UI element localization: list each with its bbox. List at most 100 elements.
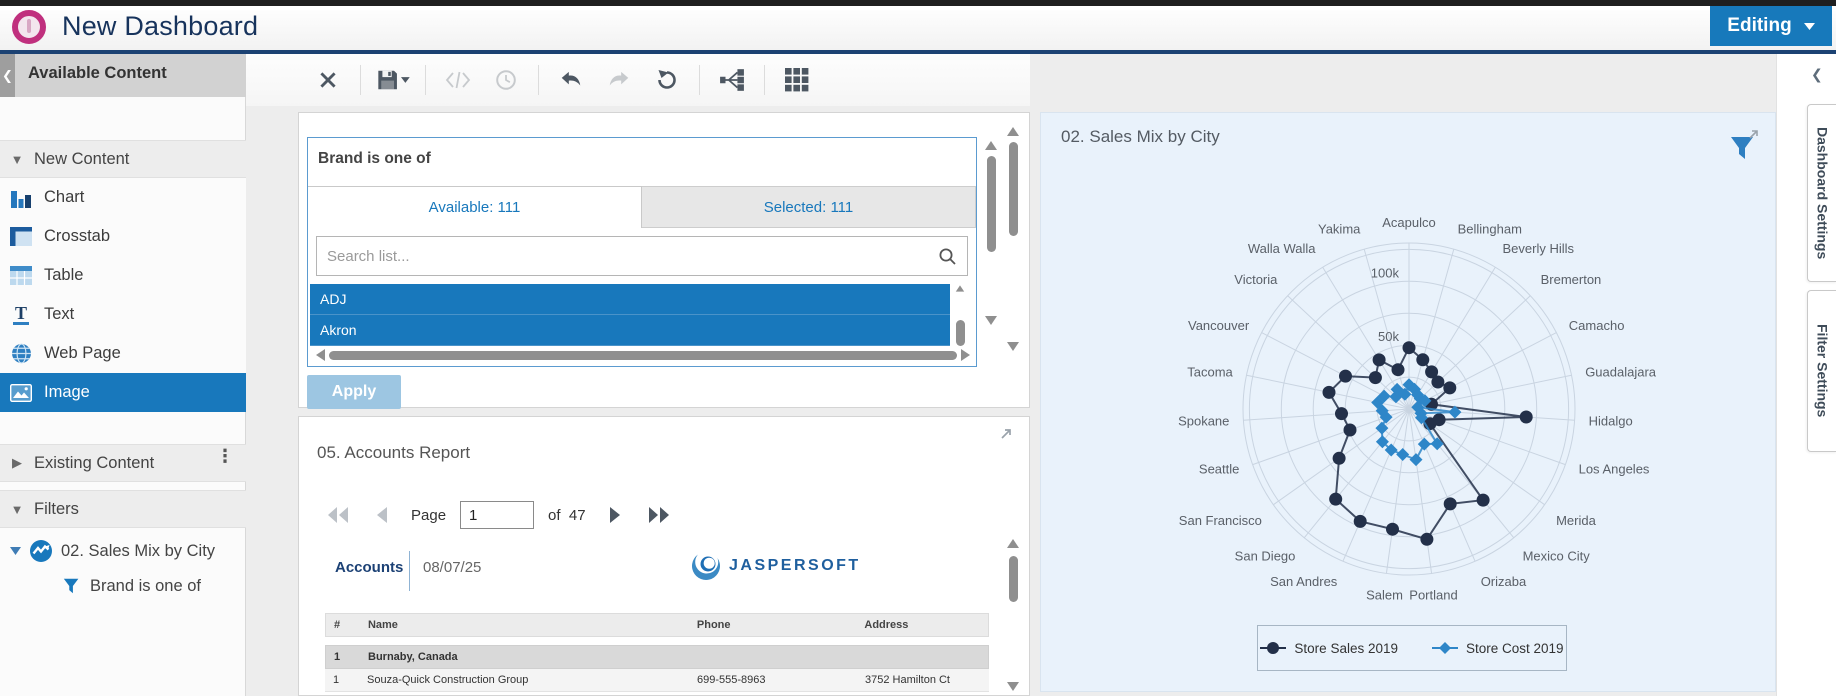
section-existing-content[interactable]: ▶ Existing Content ⋮ — [0, 444, 246, 482]
section-filters[interactable]: ▼ Filters — [0, 490, 246, 528]
sidebar-collapse-button[interactable]: ❮ — [0, 54, 15, 97]
accounts-panel-title: 05. Accounts Report — [317, 443, 471, 462]
sidebar-item-table[interactable]: Table — [0, 256, 246, 295]
image-icon — [8, 382, 34, 404]
page-number-input[interactable] — [460, 501, 535, 529]
clock-button — [489, 63, 523, 97]
crosstab-icon — [8, 226, 34, 248]
dashboard-toolbar — [246, 54, 1030, 106]
page-title: New Dashboard — [62, 11, 259, 41]
table-cell: 1 — [333, 674, 340, 686]
svg-text:San Andres: San Andres — [1270, 574, 1338, 589]
svg-text:San Diego: San Diego — [1235, 549, 1296, 564]
svg-text:100k: 100k — [1371, 265, 1400, 280]
table-cell: 699-555-8963 — [697, 674, 766, 686]
expand-panel-icon[interactable] — [999, 427, 1013, 441]
settings-rail: ❮ Dashboard Settings Filter Settings — [1776, 54, 1836, 696]
tab-selected[interactable]: Selected: 111 — [642, 186, 976, 228]
list-scrollbar[interactable] — [952, 284, 968, 346]
filter-value-list: ADJ Akron — [310, 284, 950, 346]
filter-funnel-icon — [62, 576, 82, 596]
page-label: Page — [411, 506, 447, 524]
undo-all-button[interactable] — [650, 63, 684, 97]
legend-marker-icon — [1432, 642, 1458, 654]
section-new-content[interactable]: ▼ New Content — [0, 140, 246, 178]
toolbar-separator — [425, 65, 426, 95]
filter-tree-filter[interactable]: Brand is one of — [62, 570, 201, 602]
legend-item[interactable]: Store Sales 2019 — [1260, 641, 1398, 656]
line-chart-icon — [29, 539, 53, 563]
group-label: Burnaby, Canada — [368, 651, 458, 663]
chevron-down-icon: ▼ — [10, 501, 24, 517]
toolbar-separator — [699, 65, 700, 95]
table-cell: Suffin-Cleary Engineering, Ltd — [359, 692, 689, 696]
filter-value-item[interactable]: Akron — [310, 315, 950, 346]
section-label: Existing Content — [34, 453, 155, 472]
horizontal-scrollbar[interactable] — [316, 348, 970, 362]
table-cell: 3752 Hamilton Ct — [865, 674, 950, 686]
filter-tree-datasource[interactable]: 02. Sales Mix by City — [10, 534, 215, 568]
tab-available[interactable]: Available: 111 — [308, 186, 642, 228]
caret-down-icon — [10, 547, 21, 555]
code-button — [441, 63, 475, 97]
chart-icon — [8, 187, 34, 209]
filter-dashlet-panel: Brand is one of Available: 111 Selected:… — [298, 112, 1030, 409]
filter-widget-title: Brand is one of — [318, 150, 431, 167]
svg-text:Bremerton: Bremerton — [1541, 272, 1602, 287]
tab-filter-settings[interactable]: Filter Settings — [1807, 290, 1836, 452]
svg-text:Seattle: Seattle — [1199, 461, 1239, 476]
sidebar-header-label: Available Content — [28, 64, 167, 82]
grid-button[interactable] — [780, 63, 814, 97]
filter-value-item[interactable]: ADJ — [310, 284, 950, 315]
widget-scrollbar[interactable] — [983, 141, 999, 335]
search-input[interactable] — [317, 246, 938, 266]
table-cell: 367-555-1366 — [689, 692, 857, 696]
share-button[interactable] — [715, 63, 749, 97]
svg-text:Portland: Portland — [1409, 587, 1457, 602]
sidebar-item-label: Web Page — [44, 344, 121, 362]
sidebar-item-image[interactable]: Image — [0, 373, 246, 412]
sidebar-item-text[interactable]: T Text — [0, 295, 246, 334]
jaspersoft-logo: JASPERSOFT — [689, 549, 861, 583]
table-cell: Souza-Quick Construction Group — [367, 674, 529, 686]
undo-button[interactable] — [554, 63, 588, 97]
kebab-menu-icon[interactable]: ⋮ — [216, 447, 234, 465]
sidebar-item-crosstab[interactable]: Crosstab — [0, 217, 246, 256]
filter-search-box — [316, 236, 968, 276]
sidebar-item-web-page[interactable]: Web Page — [0, 334, 246, 373]
svg-text:Bellingham: Bellingham — [1458, 222, 1522, 237]
panel-scrollbar[interactable] — [1005, 127, 1021, 365]
chevron-down-icon — [1803, 22, 1815, 30]
editing-mode-button[interactable]: Editing — [1710, 6, 1832, 46]
available-content-sidebar: ❮ Available Content ▼ New Content Chart C… — [0, 54, 246, 696]
text-icon: T — [12, 302, 29, 325]
previous-page-icon[interactable] — [367, 502, 397, 528]
table-cell: 3753 Forest Way — [857, 692, 989, 696]
tab-dashboard-settings[interactable]: Dashboard Settings — [1807, 104, 1836, 282]
accounts-scrollbar[interactable] — [1005, 539, 1021, 696]
report-pagination: Page of 47 — [323, 497, 674, 533]
chevron-down-icon: ▼ — [10, 151, 24, 167]
rail-collapse-button[interactable]: ❮ — [1811, 66, 1823, 83]
sidebar-item-chart[interactable]: Chart — [0, 178, 246, 217]
next-page-icon[interactable] — [600, 502, 630, 528]
svg-text:50k: 50k — [1378, 329, 1399, 344]
legend-marker-icon — [1260, 642, 1287, 654]
apply-button[interactable]: Apply — [307, 375, 401, 409]
first-page-icon[interactable] — [323, 502, 353, 528]
group-number: 1 — [334, 651, 341, 663]
close-button[interactable] — [311, 63, 345, 97]
legend-item[interactable]: Store Cost 2019 — [1432, 641, 1564, 656]
save-button[interactable] — [376, 63, 410, 97]
search-icon[interactable] — [938, 247, 957, 266]
svg-text:Victoria: Victoria — [1234, 272, 1278, 287]
last-page-icon[interactable] — [644, 502, 674, 528]
jaspersoft-swoosh-icon — [692, 554, 720, 580]
table-row: 2Suffin-Cleary Engineering, Ltd367-555-1… — [325, 692, 989, 696]
legend-label: Store Cost 2019 — [1466, 640, 1564, 656]
sidebar-item-label: Image — [44, 383, 90, 401]
radar-chart: Acapulco Bellingham Beverly Hills Bremerton… — [1041, 113, 1777, 693]
datasource-label: 02. Sales Mix by City — [61, 541, 216, 560]
page-of-total: of 47 — [548, 506, 586, 524]
filter-label: Brand is one of — [90, 576, 201, 595]
